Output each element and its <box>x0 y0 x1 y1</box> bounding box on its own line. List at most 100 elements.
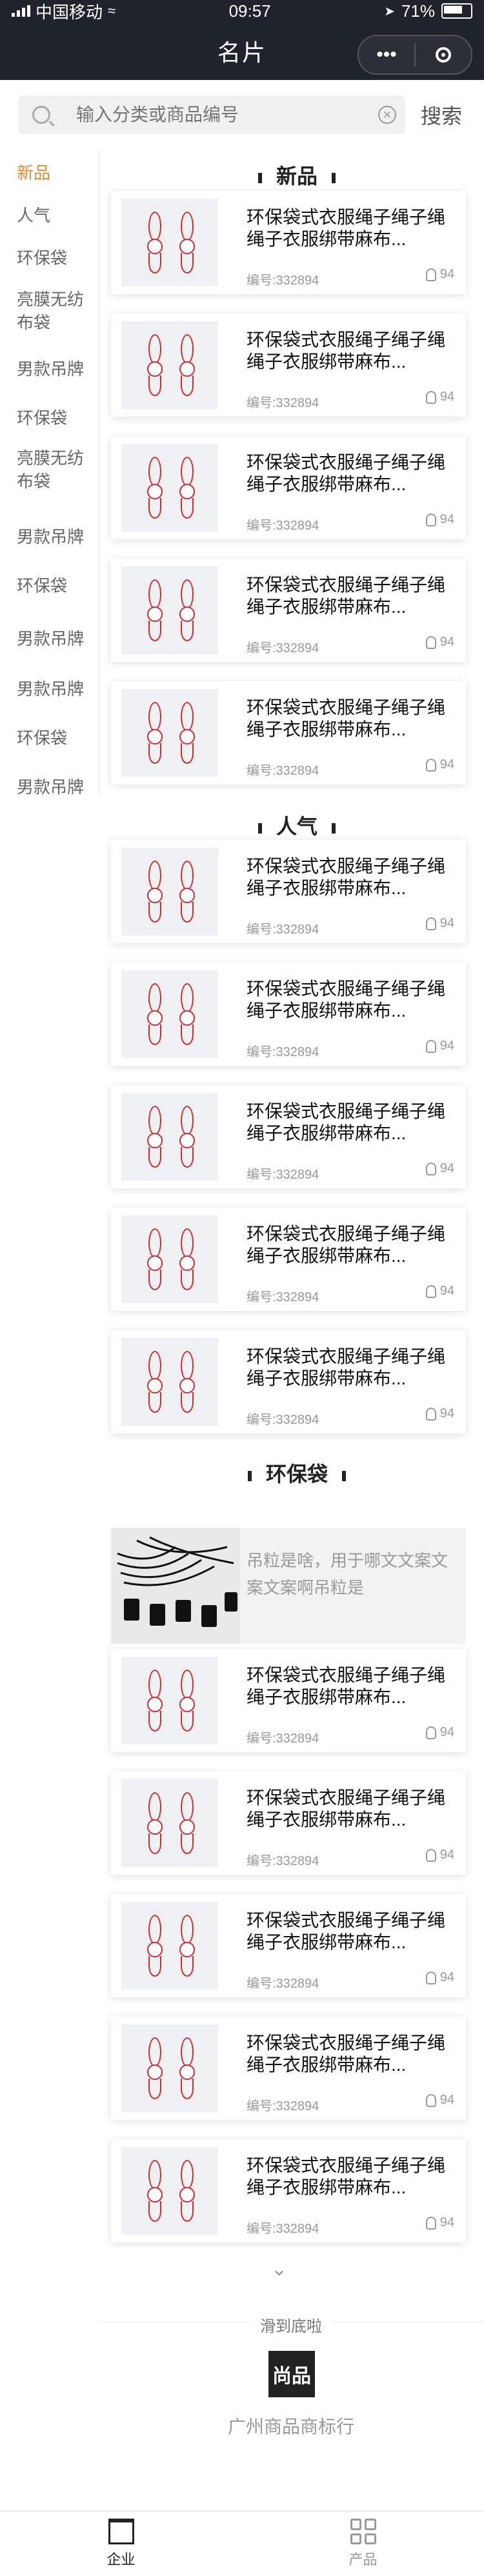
product-image <box>121 566 218 654</box>
tab-label: 产品 <box>348 2551 378 2568</box>
section-title-text: 环保袋 <box>265 1463 328 1486</box>
product-card[interactable]: 环保袋式衣服绳子绳子绳绳子衣服绑带麻布... 编号:332894 94 <box>111 559 466 662</box>
building-icon <box>108 2519 134 2544</box>
product-card[interactable]: 环保袋式衣服绳子绳子绳绳子衣服绑带麻布... 编号:332894 94 <box>111 1330 466 1433</box>
likes-count: 94 <box>425 1161 454 1176</box>
product-image <box>121 444 218 532</box>
sidebar-item-eco-bag[interactable]: 环保袋 <box>17 246 94 270</box>
product-code: 编号:332894 <box>247 2099 319 2113</box>
product-code: 编号:332894 <box>247 274 319 288</box>
thumb-icon <box>425 758 436 772</box>
likes-text: 94 <box>439 1284 454 1298</box>
likes-text: 94 <box>439 1406 454 1421</box>
product-card[interactable]: 环保袋式衣服绳子绳子绳绳子衣服绑带麻布... 编号:332894 94 <box>111 963 466 1066</box>
sidebar-item-men-tag[interactable]: 男款吊牌 <box>17 775 94 799</box>
likes-count: 94 <box>425 1284 454 1299</box>
product-title: 环保袋式衣服绳子绳子绳绳子衣服绑带麻布... <box>247 207 446 249</box>
sidebar-item-men-tag[interactable]: 男款吊牌 <box>17 677 94 701</box>
sidebar-item-film-bag[interactable]: 亮膜无纺布袋 <box>17 288 94 334</box>
promo-banner[interactable]: 吊粒是啥，用于哪文文案文案文案啊吊粒是 <box>111 1528 466 1644</box>
sidebar-item-men-tag[interactable]: 男款吊牌 <box>17 357 94 381</box>
thumb-icon <box>425 917 436 930</box>
product-image <box>121 970 218 1058</box>
search-button[interactable]: 搜索 <box>421 100 462 130</box>
banner-text: 吊粒是啥，用于哪文文案文案文案啊吊粒是 <box>247 1551 449 1597</box>
section-title-text: 新品 <box>276 165 318 188</box>
thumb-icon <box>425 1407 436 1421</box>
section-title-text: 人气 <box>276 815 318 838</box>
product-card[interactable]: 环保袋式衣服绳子绳子绳绳子衣服绑带麻布... 编号:332894 94 <box>111 1649 466 1752</box>
sidebar-item-eco-bag[interactable]: 环保袋 <box>17 574 94 597</box>
product-title: 环保袋式衣服绳子绳子绳绳子衣服绑带麻布... <box>247 2155 446 2197</box>
section-title-new: 新品 <box>110 160 484 190</box>
product-title: 环保袋式衣服绳子绳子绳绳子衣服绑带麻布... <box>247 1910 446 1952</box>
miniapp-capsule: ••• <box>358 35 472 75</box>
product-code: 编号:332894 <box>247 2222 319 2236</box>
sidebar-item-eco-bag[interactable]: 环保袋 <box>17 726 94 750</box>
likes-count: 94 <box>425 512 454 527</box>
likes-text: 94 <box>439 1848 454 1862</box>
product-title: 环保袋式衣服绳子绳子绳绳子衣服绑带麻布... <box>247 1788 446 1830</box>
likes-text: 94 <box>439 1039 454 1053</box>
product-title: 环保袋式衣服绳子绳子绳绳子衣服绑带麻布... <box>247 575 446 617</box>
product-card[interactable]: 环保袋式衣服绳子绳子绳绳子衣服绑带麻布... 编号:332894 94 <box>111 191 466 294</box>
sidebar-item-popular[interactable]: 人气 <box>17 204 94 227</box>
product-title: 环保袋式衣服绳子绳子绳绳子衣服绑带麻布... <box>247 330 446 372</box>
search-input[interactable] <box>75 104 348 126</box>
thumb-icon <box>425 268 436 281</box>
section-title-popular: 人气 <box>110 810 484 840</box>
likes-text: 94 <box>439 512 454 526</box>
category-sidebar: 新品 人气 环保袋 亮膜无纺布袋 男款吊牌 环保袋 亮膜无纺布袋 男款吊牌 环保… <box>0 150 99 797</box>
top-bar: 中国移动 ≈ 09:57 ➤ 71% 名片 ••• <box>0 0 484 80</box>
product-image <box>121 2147 218 2235</box>
sidebar-item-men-tag[interactable]: 男款吊牌 <box>17 627 94 650</box>
product-card[interactable]: 环保袋式衣服绳子绳子绳绳子衣服绑带麻布... 编号:332894 94 <box>111 1894 466 1997</box>
product-code: 编号:332894 <box>247 923 319 937</box>
product-title: 环保袋式衣服绳子绳子绳绳子衣服绑带麻布... <box>247 697 446 739</box>
product-card[interactable]: 环保袋式衣服绳子绳子绳绳子衣服绑带麻布... 编号:332894 94 <box>111 2139 466 2242</box>
tab-products[interactable]: 产品 <box>242 2511 484 2576</box>
search-box[interactable]: × <box>18 95 405 134</box>
product-code: 编号:332894 <box>247 519 319 533</box>
product-image <box>121 1093 218 1181</box>
product-code: 编号:332894 <box>247 1977 319 1991</box>
product-image <box>121 689 218 777</box>
product-card[interactable]: 环保袋式衣服绳子绳子绳绳子衣服绑带麻布... 编号:332894 94 <box>111 1085 466 1188</box>
clear-icon[interactable]: × <box>378 106 396 124</box>
likes-text: 94 <box>439 635 454 649</box>
sidebar-item-eco-bag[interactable]: 环保袋 <box>17 406 94 430</box>
more-button[interactable]: ••• <box>359 36 414 74</box>
likes-text: 94 <box>439 1725 454 1739</box>
product-card[interactable]: 环保袋式衣服绳子绳子绳绳子衣服绑带麻布... 编号:332894 94 <box>111 1208 466 1311</box>
sidebar-item-men-tag[interactable]: 男款吊牌 <box>17 525 94 548</box>
product-card[interactable]: 环保袋式衣服绳子绳子绳绳子衣服绑带麻布... 编号:332894 94 <box>111 840 466 943</box>
likes-text: 94 <box>439 1161 454 1175</box>
product-image <box>121 2024 218 2112</box>
product-image <box>121 199 218 286</box>
thumb-icon <box>425 2093 436 2107</box>
likes-count: 94 <box>425 635 454 650</box>
thumb-icon <box>425 1848 436 1862</box>
likes-text: 94 <box>439 916 454 930</box>
likes-count: 94 <box>425 267 454 282</box>
likes-count: 94 <box>425 1039 454 1053</box>
product-code: 编号:332894 <box>247 396 319 410</box>
close-miniapp-button[interactable] <box>416 36 471 74</box>
carrier-text: 中国移动 <box>35 2 103 22</box>
product-image <box>121 1657 218 1744</box>
product-title: 环保袋式衣服绳子绳子绳绳子衣服绑带麻布... <box>247 856 446 898</box>
likes-count: 94 <box>425 2215 454 2230</box>
tab-enterprise[interactable]: 企业 <box>0 2511 242 2576</box>
end-hint: 滑到底啦 <box>98 2313 484 2336</box>
product-card[interactable]: 环保袋式衣服绳子绳子绳绳子衣服绑带麻布... 编号:332894 94 <box>111 681 466 784</box>
product-title: 环保袋式衣服绳子绳子绳绳子衣服绑带麻布... <box>247 979 446 1021</box>
sidebar-item-new[interactable]: 新品 <box>17 161 94 185</box>
product-card[interactable]: 环保袋式衣服绳子绳子绳绳子衣服绑带麻布... 编号:332894 94 <box>111 2017 466 2120</box>
sidebar-item-film-bag[interactable]: 亮膜无纺布袋 <box>17 446 94 493</box>
product-card[interactable]: 环保袋式衣服绳子绳子绳绳子衣服绑带麻布... 编号:332894 94 <box>111 1772 466 1875</box>
product-card[interactable]: 环保袋式衣服绳子绳子绳绳子衣服绑带麻布... 编号:332894 94 <box>111 436 466 539</box>
product-card[interactable]: 环保袋式衣服绳子绳子绳绳子衣服绑带麻布... 编号:332894 94 <box>111 314 466 417</box>
likes-text: 94 <box>439 390 454 404</box>
product-title: 环保袋式衣服绳子绳子绳绳子衣服绑带麻布... <box>247 1224 446 1266</box>
likes-text: 94 <box>439 267 454 281</box>
